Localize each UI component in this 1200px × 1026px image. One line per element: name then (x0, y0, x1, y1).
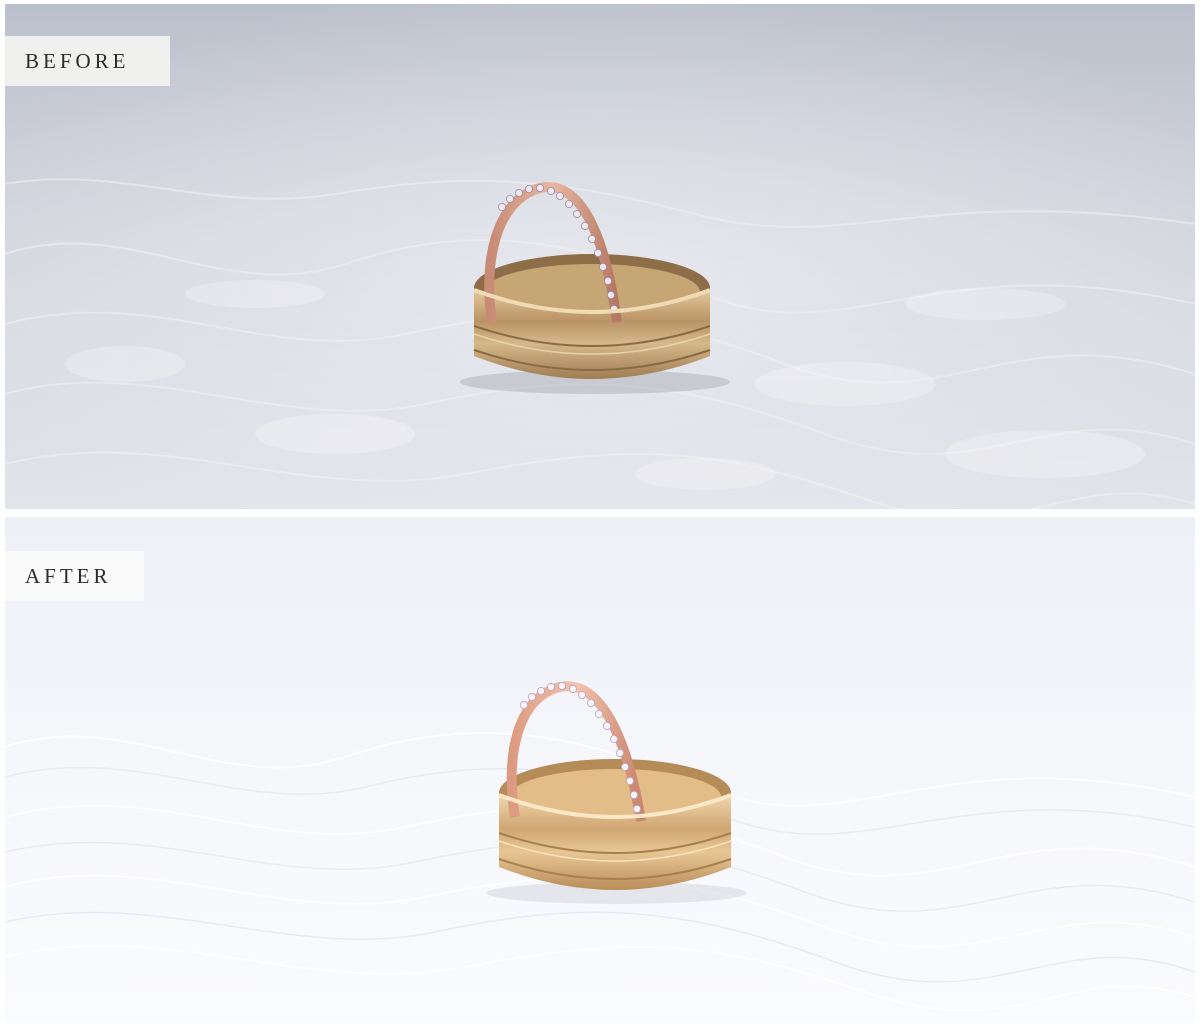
after-photo-image (5, 517, 1195, 1022)
before-photo-image (5, 4, 1195, 509)
before-label: BEFORE (5, 36, 170, 86)
after-photo: AFTER (5, 517, 1195, 1022)
before-photo: BEFORE (5, 4, 1195, 509)
after-label: AFTER (5, 551, 144, 601)
